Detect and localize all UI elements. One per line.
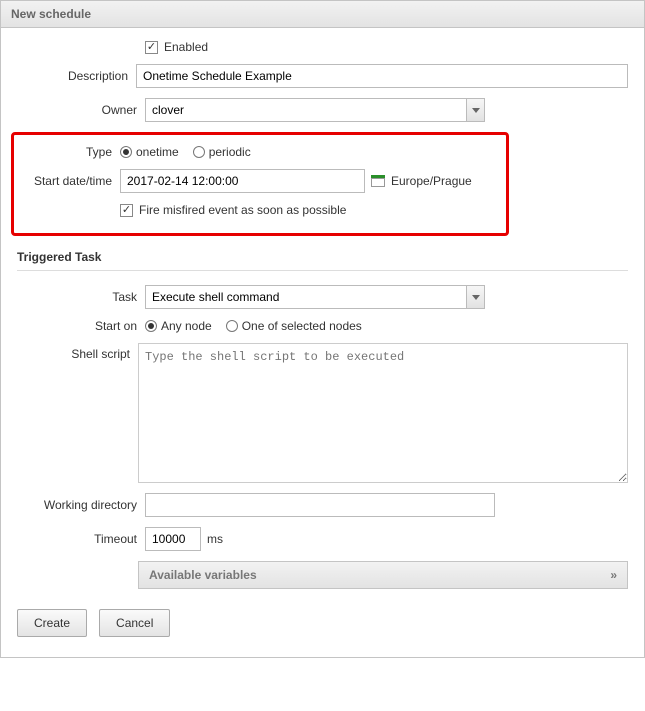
owner-label: Owner — [17, 103, 145, 117]
triggered-task-title: Triggered Task — [17, 250, 628, 264]
panel-body: Enabled Description Owner Type — [1, 28, 644, 657]
working-dir-label: Working directory — [17, 498, 145, 512]
chevron-down-icon[interactable] — [466, 98, 485, 122]
calendar-icon[interactable] — [371, 175, 385, 187]
radio-icon — [226, 320, 238, 332]
working-dir-input[interactable] — [145, 493, 495, 517]
panel-title: New schedule — [1, 1, 644, 28]
radio-icon — [193, 146, 205, 158]
radio-icon — [120, 146, 132, 158]
new-schedule-panel: New schedule Enabled Description Owner — [0, 0, 645, 658]
radio-onetime[interactable]: onetime — [120, 145, 179, 159]
misfire-checkbox[interactable] — [120, 204, 133, 217]
start-on-label: Start on — [17, 319, 145, 333]
timeout-input[interactable] — [145, 527, 201, 551]
radio-periodic[interactable]: periodic — [193, 145, 251, 159]
radio-any-node[interactable]: Any node — [145, 319, 212, 333]
description-label: Description — [17, 69, 136, 83]
type-label: Type — [20, 145, 120, 159]
type-radio-group: onetime periodic — [120, 145, 251, 159]
radio-icon — [145, 320, 157, 332]
misfire-label: Fire misfired event as soon as possible — [139, 203, 346, 217]
available-variables-toggle[interactable]: Available variables » — [138, 561, 628, 589]
highlight-box: Type onetime periodic Start — [11, 132, 509, 236]
create-button[interactable]: Create — [17, 609, 87, 637]
enabled-label: Enabled — [164, 40, 208, 54]
task-label: Task — [17, 290, 145, 304]
start-on-radio-group: Any node One of selected nodes — [145, 319, 362, 333]
radio-label: One of selected nodes — [242, 319, 362, 333]
radio-label: periodic — [209, 145, 251, 159]
owner-select[interactable] — [145, 98, 485, 122]
chevron-down-icon[interactable] — [466, 285, 485, 309]
start-date-input[interactable] — [120, 169, 365, 193]
timeout-unit: ms — [207, 532, 223, 546]
start-date-label: Start date/time — [20, 174, 120, 188]
task-value[interactable] — [145, 285, 466, 309]
radio-selected-nodes[interactable]: One of selected nodes — [226, 319, 362, 333]
description-input[interactable] — [136, 64, 628, 88]
owner-value[interactable] — [145, 98, 466, 122]
radio-label: Any node — [161, 319, 212, 333]
enabled-checkbox[interactable] — [145, 41, 158, 54]
button-row: Create Cancel — [17, 609, 628, 637]
cancel-button[interactable]: Cancel — [99, 609, 170, 637]
task-select[interactable] — [145, 285, 485, 309]
timezone-text: Europe/Prague — [391, 174, 472, 188]
shell-script-input[interactable] — [138, 343, 628, 483]
script-label: Shell script — [17, 343, 138, 361]
expand-icon: » — [610, 568, 617, 582]
avail-vars-label: Available variables — [149, 568, 257, 582]
timeout-label: Timeout — [17, 532, 145, 546]
radio-label: onetime — [136, 145, 179, 159]
divider — [17, 270, 628, 271]
